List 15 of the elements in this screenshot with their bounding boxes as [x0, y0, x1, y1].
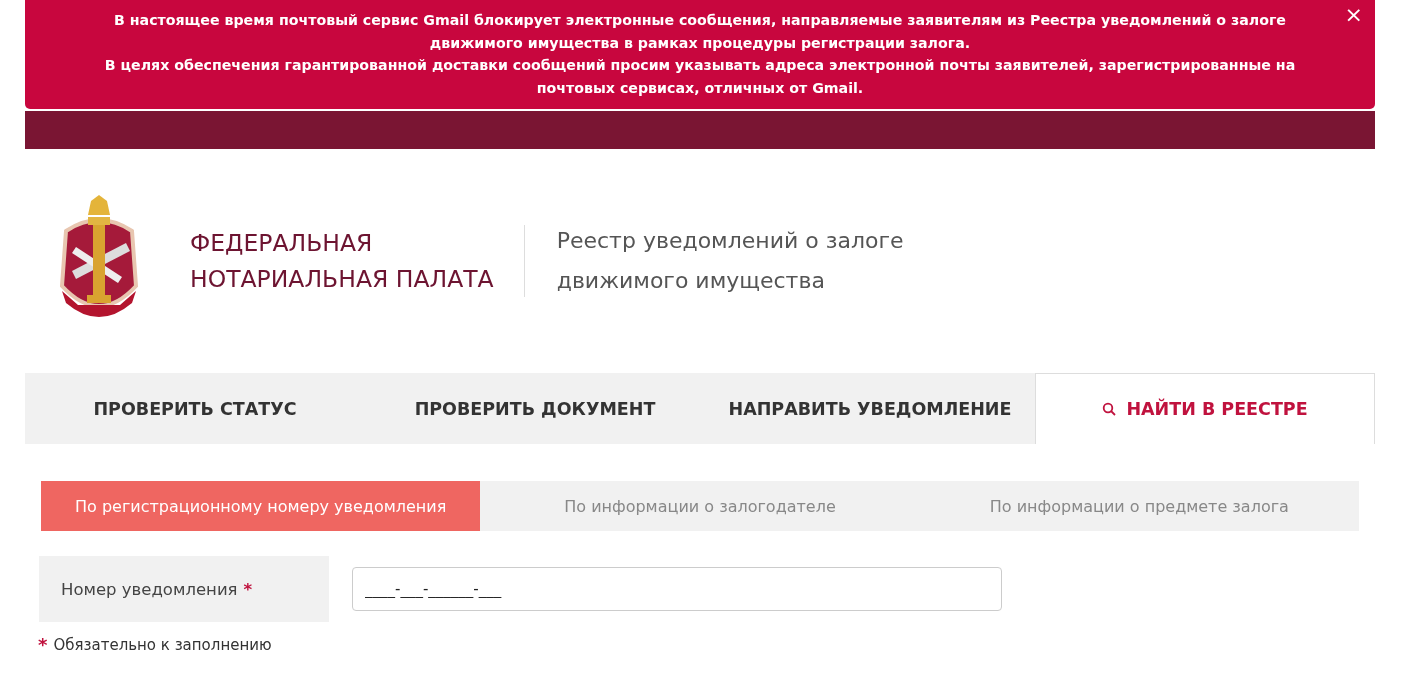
nav-tab[interactable]: НАЙТИ В РЕЕСТРЕ	[1035, 373, 1375, 444]
close-button[interactable]: ×	[1340, 4, 1367, 26]
search-icon	[1102, 402, 1117, 416]
registry-title: движимого имущества	[556, 267, 826, 295]
required-mark: *	[243, 579, 253, 599]
required-mark: *	[38, 634, 48, 655]
search-mode-tab[interactable]: По регистрационному номеру уведомления	[41, 481, 481, 531]
alert-text: В настоящее время почтовый сервис Gmail блокирует электронные сообщения, направляемые заявителям из Реестра уведомлений о залоге движимого имущества в рамках процедуры регистрации залога.	[113, 11, 1287, 53]
required-note: Обязательно к заполнению	[53, 635, 272, 654]
organization-name: ФЕДЕРАЛЬНАЯ	[190, 228, 374, 259]
organization-name: НОТАРИАЛЬНАЯ ПАЛАТА	[190, 264, 494, 295]
field-label: Номер уведомления	[61, 579, 238, 599]
alert-text: В целях обеспечения гарантированной доставки сообщений просим указывать адреса электронной почты заявителей, зарегистрированные на почтовых сервисах, отличных от Gmail.	[103, 56, 1297, 98]
registry-title: Реестр уведомлений о залоге	[556, 227, 904, 255]
notification-number-field[interactable]: ____-___-______-___	[352, 567, 1002, 611]
